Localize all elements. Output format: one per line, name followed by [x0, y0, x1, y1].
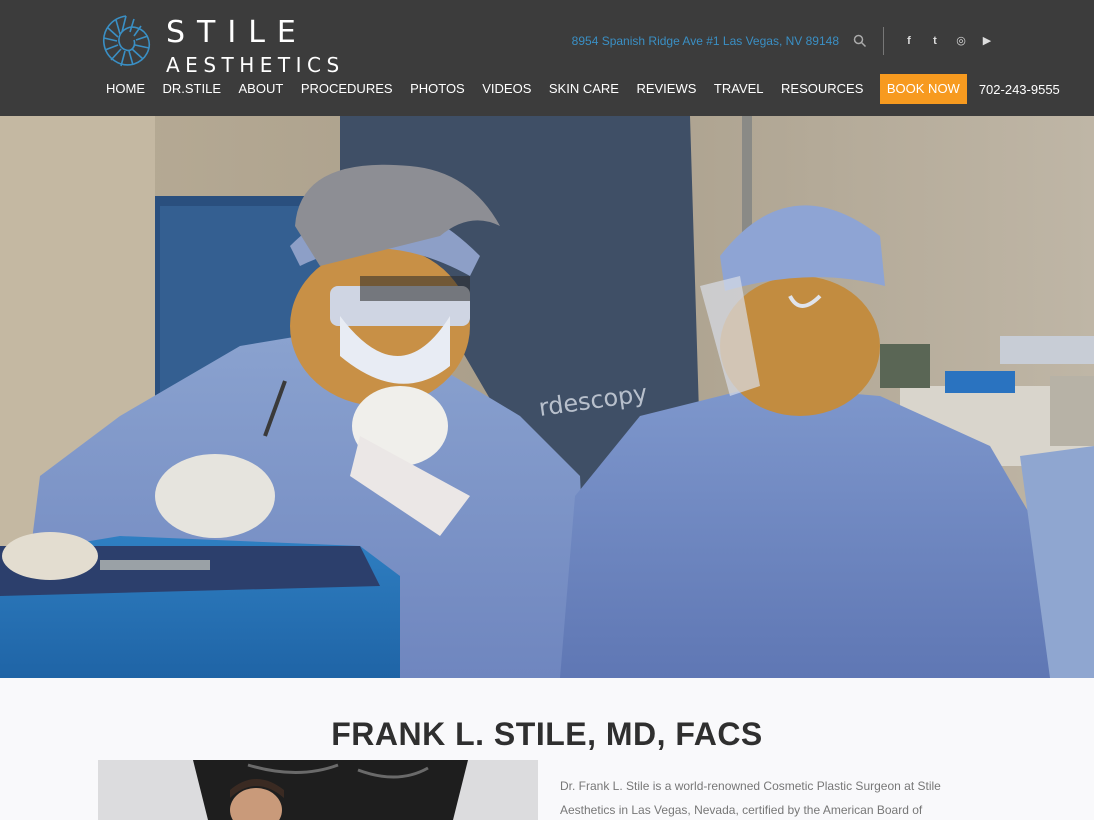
top-bar: 8954 Spanish Ridge Ave #1 Las Vegas, NV … [572, 27, 994, 55]
nav-skin-care[interactable]: SKIN CARE [549, 74, 619, 104]
nav-resources[interactable]: RESOURCES [781, 74, 863, 104]
phone-link[interactable]: 702-243-9555 [979, 82, 1060, 97]
nav-travel[interactable]: TRAVEL [714, 74, 764, 104]
nautilus-shell-logo-icon [102, 15, 150, 67]
doctor-photo [98, 760, 538, 820]
nav-reviews[interactable]: REVIEWS [636, 74, 696, 104]
twitter-icon[interactable]: t [928, 34, 942, 48]
about-paragraph: Dr. Frank L. Stile is a world-renowned C… [560, 774, 990, 820]
logo-text-aesthetics: AESTHETICS [166, 53, 345, 77]
operating-room-photo: rdescopy [0, 116, 1094, 678]
topbar-divider [883, 27, 884, 55]
nav-home[interactable]: HOME [106, 74, 145, 104]
hero-image: rdescopy [0, 116, 1094, 678]
brand-logo[interactable]: STILE AESTHETICS [98, 10, 358, 77]
book-now-button[interactable]: BOOK NOW [879, 74, 967, 104]
site-header: STILE AESTHETICS 8954 Spanish Ridge Ave … [0, 0, 1094, 116]
section-title: FRANK L. STILE, MD, FACS [331, 716, 763, 752]
nav-dr-stile[interactable]: DR.STILE [163, 74, 222, 104]
about-text-line-2: Aesthetics in Las Vegas, Nevada, certifi… [560, 803, 923, 817]
instagram-icon[interactable]: ◎ [954, 34, 968, 48]
doctor-photo-image [98, 760, 538, 820]
facebook-icon[interactable]: f [902, 34, 916, 48]
nav-videos[interactable]: VIDEOS [482, 74, 531, 104]
nav-procedures[interactable]: PROCEDURES [301, 74, 393, 104]
search-icon[interactable] [853, 34, 867, 48]
about-section: FRANK L. STILE, MD, FACS Dr. Frank L. St… [0, 678, 1094, 820]
address-link[interactable]: 8954 Spanish Ridge Ave #1 Las Vegas, NV … [572, 34, 839, 48]
social-links: f t ◎ ▶ [902, 34, 994, 48]
main-nav: HOME DR.STILE ABOUT PROCEDURES PHOTOS VI… [106, 74, 1060, 104]
nav-about[interactable]: ABOUT [239, 74, 284, 104]
youtube-icon[interactable]: ▶ [980, 34, 994, 48]
nav-photos[interactable]: PHOTOS [410, 74, 465, 104]
about-text-line-1: Dr. Frank L. Stile is a world-renowned C… [560, 779, 941, 793]
logo-text-stile: STILE [166, 15, 308, 50]
